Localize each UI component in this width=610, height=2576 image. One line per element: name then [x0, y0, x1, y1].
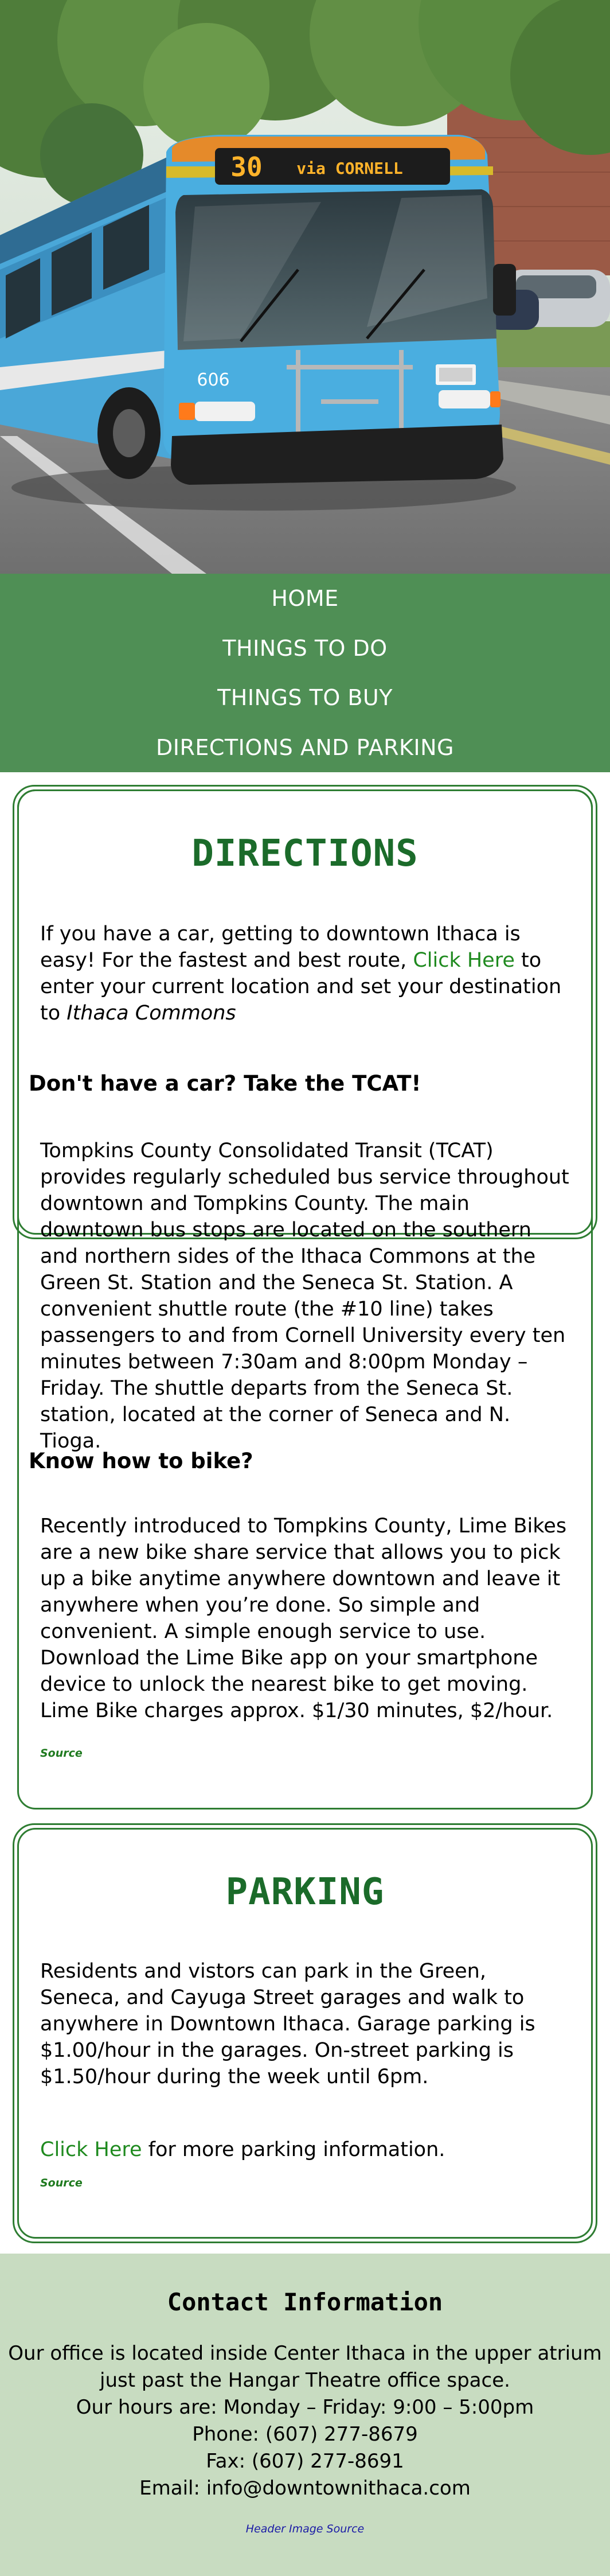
route-number: 30 [230, 151, 262, 182]
parking-click-here-link[interactable]: Click Here [40, 2138, 142, 2161]
parking-body: Residents and vistors can park in the Gr… [40, 1960, 535, 2088]
contact-email: Email: info@downtownithaca.com [139, 2477, 471, 2500]
fleet-number: 606 [197, 370, 229, 390]
header-image: 30 via CORNELL 606 [0, 0, 610, 574]
nav-item-things-to-buy: THINGS TO BUY [0, 673, 610, 723]
directions-card-frame: Know how to bike? Recently introduced to… [13, 785, 597, 1814]
contact-title: Contact Information [167, 2288, 443, 2316]
parking-card: PARKING Residents and vistors can park i… [13, 1823, 597, 2243]
nav-link-directions-and-parking[interactable]: DIRECTIONS AND PARKING [156, 735, 454, 760]
contact-location-line-2: just past the Hangar Theatre office spac… [100, 2369, 510, 2392]
route-destination: via CORNELL [296, 159, 402, 178]
nav-link-home[interactable]: HOME [271, 586, 338, 611]
contact-info: Our office is located inside Center Itha… [0, 2340, 610, 2502]
parking-title: PARKING [225, 1871, 385, 1913]
main-navigation: HOME THINGS TO DO THINGS TO BUY DIRECTIO… [0, 574, 610, 772]
contact-phone: Phone: (607) 277-8679 [192, 2423, 418, 2446]
nav-link-things-to-do[interactable]: THINGS TO DO [222, 636, 387, 661]
contact-fax: Fax: (607) 277-8691 [206, 2450, 404, 2473]
parking-source-link[interactable]: Source [40, 2177, 83, 2189]
parking-more-info: Click Here for more parking information. [40, 2137, 570, 2163]
header-image-source-link[interactable]: Header Image Source [246, 2523, 364, 2535]
bike-body: Recently introduced to Tompkins County, … [40, 1515, 567, 1722]
nav-item-things-to-do: THINGS TO DO [0, 624, 610, 674]
nav-item-home: HOME [0, 574, 610, 624]
nav-link-things-to-buy[interactable]: THINGS TO BUY [217, 685, 393, 710]
nav-item-directions-and-parking: DIRECTIONS AND PARKING [0, 723, 610, 773]
contact-location-line-1: Our office is located inside Center Itha… [8, 2342, 602, 2365]
contact-footer: Contact Information Our office is locate… [0, 2254, 610, 2576]
bus-photo: 30 via CORNELL 606 [0, 0, 610, 574]
bike-heading: Know how to bike? [29, 1449, 253, 1473]
contact-hours: Our hours are: Monday – Friday: 9:00 – 5… [76, 2396, 534, 2419]
parking-more-info-text: for more parking information. [142, 2138, 445, 2161]
directions-source-link[interactable]: Source [40, 1747, 83, 1760]
